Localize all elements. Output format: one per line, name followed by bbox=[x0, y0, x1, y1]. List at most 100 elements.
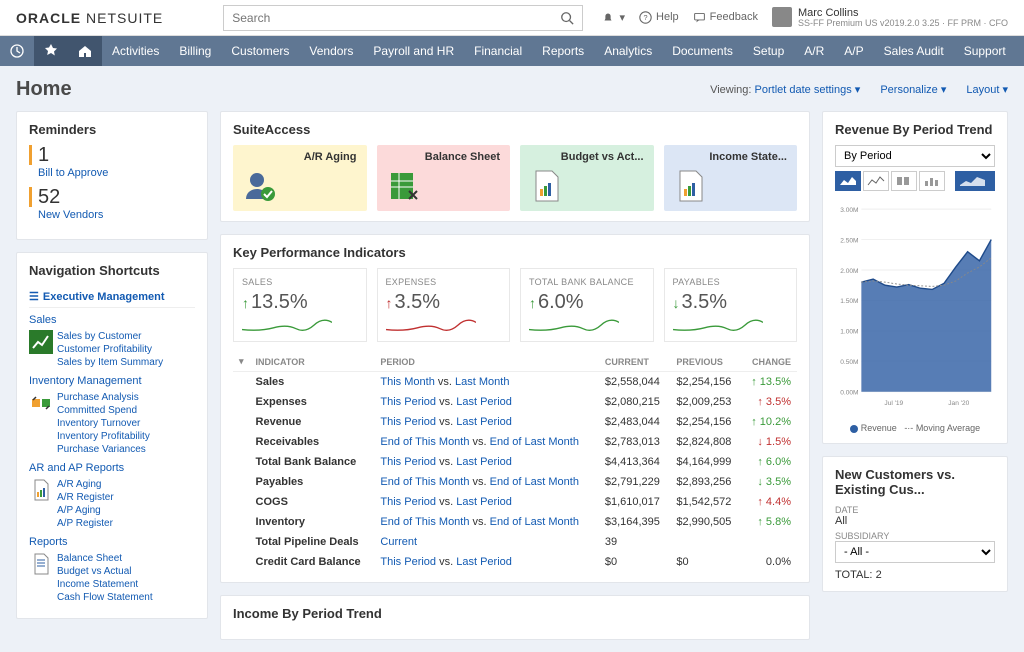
kpi-period[interactable]: End of This Month vs. End of Last Month bbox=[374, 512, 598, 532]
shortcut-link[interactable]: Balance Sheet bbox=[57, 552, 153, 565]
kpi-current: $3,164,395 bbox=[599, 512, 670, 532]
kpi-period[interactable]: This Period vs. Last Period bbox=[374, 452, 598, 472]
shortcut-link[interactable]: Committed Spend bbox=[57, 404, 150, 417]
kpi-period[interactable]: This Period vs. Last Period bbox=[374, 412, 598, 432]
kpi-row[interactable]: Sales This Month vs. Last Month $2,558,0… bbox=[233, 372, 797, 393]
nav-ar[interactable]: A/R bbox=[794, 36, 834, 66]
kpi-row[interactable]: Total Pipeline Deals Current 39 bbox=[233, 532, 797, 552]
tile-balance-sheet[interactable]: Balance Sheet bbox=[377, 145, 511, 211]
kpi-period[interactable]: End of This Month vs. End of Last Month bbox=[374, 472, 598, 492]
shortcut-link[interactable]: A/P Aging bbox=[57, 504, 114, 517]
search-input[interactable] bbox=[232, 11, 560, 25]
total-row: TOTAL: 2 bbox=[835, 569, 995, 581]
kpi-period[interactable]: This Period vs. Last Period bbox=[374, 392, 598, 412]
shortcut-group[interactable]: AR and AP Reports bbox=[29, 462, 195, 474]
home-icon[interactable] bbox=[68, 36, 102, 66]
help-link[interactable]: ?Help bbox=[639, 11, 679, 24]
kpi-row[interactable]: Receivables End of This Month vs. End of… bbox=[233, 432, 797, 452]
notifications-icon[interactable]: ▾ bbox=[601, 10, 625, 24]
shortcut-group[interactable]: Sales bbox=[29, 314, 195, 326]
svg-text:2.00M: 2.00M bbox=[840, 268, 858, 275]
nav-analytics[interactable]: Analytics bbox=[594, 36, 662, 66]
search-icon[interactable] bbox=[560, 11, 574, 25]
kpi-period[interactable]: End of This Month vs. End of Last Month bbox=[374, 432, 598, 452]
suiteaccess-portlet: SuiteAccess A/R Aging Balance Sheet Budg… bbox=[220, 111, 810, 222]
nav-setup[interactable]: Setup bbox=[743, 36, 794, 66]
user-check-icon bbox=[243, 169, 277, 203]
nav-financial[interactable]: Financial bbox=[464, 36, 532, 66]
nav-billing[interactable]: Billing bbox=[169, 36, 221, 66]
nav-support[interactable]: Support bbox=[954, 36, 1016, 66]
newcust-portlet: New Customers vs. Existing Cus... DATE A… bbox=[822, 456, 1008, 592]
tile-budget[interactable]: Budget vs Act... bbox=[520, 145, 654, 211]
tile-income[interactable]: Income State... bbox=[664, 145, 798, 211]
shortcut-group[interactable]: Reports bbox=[29, 536, 195, 548]
kpi-row[interactable]: COGS This Period vs. Last Period $1,610,… bbox=[233, 492, 797, 512]
chart-type-bar[interactable] bbox=[919, 171, 945, 191]
shortcut-link[interactable]: Budget vs Actual bbox=[57, 565, 153, 578]
chart-type-line[interactable] bbox=[863, 171, 889, 191]
nav-documents[interactable]: Documents bbox=[662, 36, 743, 66]
kpi-period[interactable]: Current bbox=[374, 532, 598, 552]
kpi-row[interactable]: Expenses This Period vs. Last Period $2,… bbox=[233, 392, 797, 412]
shortcut-link[interactable]: Purchase Variances bbox=[57, 443, 150, 456]
nav-activities[interactable]: Activities bbox=[102, 36, 169, 66]
date-value[interactable]: All bbox=[835, 515, 995, 527]
kpi-row[interactable]: Inventory End of This Month vs. End of L… bbox=[233, 512, 797, 532]
kpi-row[interactable]: Total Bank Balance This Period vs. Last … bbox=[233, 452, 797, 472]
shortcut-group[interactable]: Inventory Management bbox=[29, 375, 195, 387]
shortcut-link[interactable]: Cash Flow Statement bbox=[57, 591, 153, 604]
kpi-row[interactable]: Payables End of This Month vs. End of La… bbox=[233, 472, 797, 492]
kpi-card[interactable]: SALES ↑13.5% bbox=[233, 268, 367, 342]
nav-ap[interactable]: A/P bbox=[834, 36, 873, 66]
shortcut-link[interactable]: A/R Register bbox=[57, 491, 114, 504]
recents-icon[interactable] bbox=[0, 36, 34, 66]
shortcut-link[interactable]: A/R Aging bbox=[57, 478, 114, 491]
chart-type-grid[interactable] bbox=[891, 171, 917, 191]
feedback-link[interactable]: Feedback bbox=[693, 11, 758, 24]
portlet-settings-link[interactable]: Portlet date settings ▾ bbox=[755, 84, 861, 96]
layout-link[interactable]: Layout ▾ bbox=[966, 83, 1008, 96]
kpi-change bbox=[742, 532, 797, 552]
expand-col[interactable]: ▾ bbox=[233, 352, 250, 372]
nav-sales-audit[interactable]: Sales Audit bbox=[874, 36, 954, 66]
chart-preview[interactable] bbox=[955, 171, 995, 191]
shortcut-link[interactable]: Sales by Item Summary bbox=[57, 356, 163, 369]
kpi-row[interactable]: Credit Card Balance This Period vs. Last… bbox=[233, 552, 797, 572]
nav-payroll[interactable]: Payroll and HR bbox=[363, 36, 464, 66]
shortcut-link[interactable]: Income Statement bbox=[57, 578, 153, 591]
nav-vendors[interactable]: Vendors bbox=[299, 36, 363, 66]
nav-customers[interactable]: Customers bbox=[221, 36, 299, 66]
reminder-link[interactable]: Bill to Approve bbox=[38, 167, 195, 179]
kpi-period[interactable]: This Period vs. Last Period bbox=[374, 492, 598, 512]
personalize-link[interactable]: Personalize ▾ bbox=[880, 83, 946, 96]
col-change: CHANGE bbox=[742, 352, 797, 372]
revenue-chart[interactable]: 0.00M0.50M1.00M1.50M2.00M2.50M3.00MJul '… bbox=[835, 197, 995, 417]
chart-type-area[interactable] bbox=[835, 171, 861, 191]
tile-ar-aging[interactable]: A/R Aging bbox=[233, 145, 367, 211]
kpi-table: ▾ INDICATOR PERIOD CURRENT PREVIOUS CHAN… bbox=[233, 352, 797, 572]
search-box[interactable] bbox=[223, 5, 583, 31]
kpi-row[interactable]: Revenue This Period vs. Last Period $2,4… bbox=[233, 412, 797, 432]
shortcut-link[interactable]: Inventory Turnover bbox=[57, 417, 150, 430]
shortcut-link[interactable]: Sales by Customer bbox=[57, 330, 163, 343]
shortcut-link[interactable]: Purchase Analysis bbox=[57, 391, 150, 404]
favorites-icon[interactable] bbox=[34, 36, 68, 66]
kpi-period[interactable]: This Period vs. Last Period bbox=[374, 552, 598, 572]
logo: ORACLE NETSUITE bbox=[16, 10, 163, 26]
period-select[interactable]: By Period bbox=[835, 145, 995, 167]
kpi-card[interactable]: TOTAL BANK BALANCE ↑6.0% bbox=[520, 268, 654, 342]
reminder-count: 52 bbox=[29, 187, 195, 207]
kpi-card[interactable]: PAYABLES ↓3.5% bbox=[664, 268, 798, 342]
user-menu[interactable]: Marc CollinsSS-FF Premium US v2019.2.0 3… bbox=[772, 7, 1008, 29]
shortcut-link[interactable]: Customer Profitability bbox=[57, 343, 163, 356]
reminder-link[interactable]: New Vendors bbox=[38, 209, 195, 221]
shortcut-exec[interactable]: ☰Executive Management bbox=[29, 286, 195, 308]
shortcut-link[interactable]: A/P Register bbox=[57, 517, 114, 530]
kpi-card[interactable]: EXPENSES ↑3.5% bbox=[377, 268, 511, 342]
kpi-period[interactable]: This Month vs. Last Month bbox=[374, 372, 598, 393]
shortcut-link[interactable]: Inventory Profitability bbox=[57, 430, 150, 443]
nav-reports[interactable]: Reports bbox=[532, 36, 594, 66]
subsidiary-select[interactable]: - All - bbox=[835, 541, 995, 563]
kpi-change: ↑ 13.5% bbox=[742, 372, 797, 393]
